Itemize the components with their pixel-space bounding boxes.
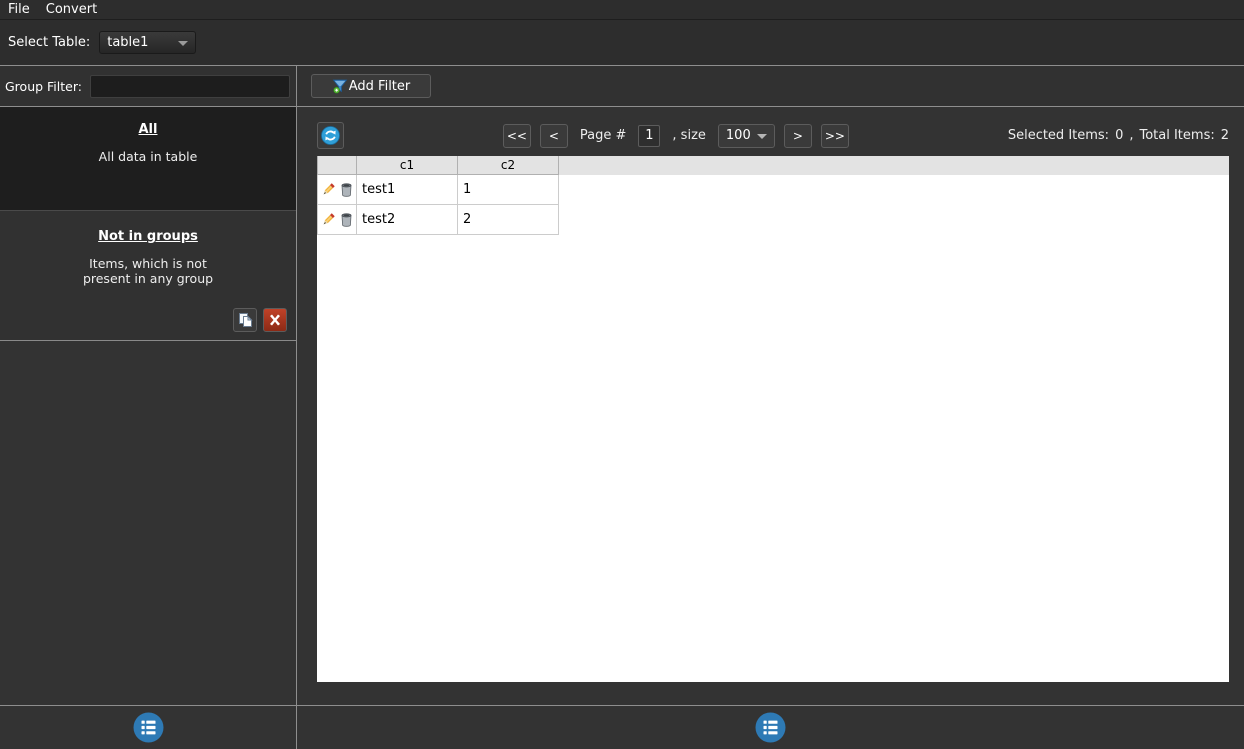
group-item-all[interactable]: All All data in table (0, 107, 296, 211)
delete-row-button[interactable] (340, 182, 353, 197)
pagination-controls: << < Page # , size 100 > >> (502, 123, 849, 148)
delete-group-button[interactable] (263, 308, 287, 332)
group-notin-description: Items, which is not present in any group (82, 256, 214, 286)
next-page-button[interactable]: > (783, 123, 812, 148)
row-actions-cell (317, 175, 357, 205)
delete-x-icon (270, 314, 280, 326)
add-filter-button[interactable]: Add Filter (311, 74, 431, 98)
refresh-button[interactable] (317, 122, 344, 149)
select-table-label: Select Table: (8, 35, 91, 50)
edit-row-button[interactable] (321, 212, 336, 227)
menu-bar: File Convert (0, 0, 1244, 20)
refresh-icon (321, 126, 340, 145)
footer-bar (0, 705, 1244, 749)
trash-icon (341, 183, 352, 197)
menu-file[interactable]: File (8, 2, 30, 17)
grid-toolbar: << < Page # , size 100 > >> Selected Ite… (297, 107, 1244, 156)
footer-right-cell (297, 706, 1244, 749)
cell-c1[interactable]: test1 (357, 175, 458, 205)
grid-header-actions (317, 156, 357, 175)
app-window: File Convert Select Table: table1 Group … (0, 0, 1244, 749)
group-item-not-in-groups[interactable]: Not in groups Items, which is not presen… (0, 211, 296, 341)
grid-header-row: c1 c2 (317, 156, 1229, 175)
selection-summary: Selected Items: 0 , Total Items: 2 (1008, 128, 1229, 143)
edit-row-button[interactable] (321, 182, 336, 197)
group-filter-area: Group Filter: (0, 66, 297, 106)
table-select-value: table1 (107, 35, 149, 50)
page-size-value: 100 (725, 128, 751, 143)
groups-sidebar: All All data in table Not in groups Item… (0, 107, 297, 705)
first-page-button[interactable]: << (502, 123, 531, 148)
group-filter-input[interactable] (89, 74, 290, 98)
cell-c2[interactable]: 1 (458, 175, 559, 205)
total-items-label: Total Items: (1139, 128, 1215, 143)
summary-separator: , (1129, 128, 1134, 143)
grid-menu-icon[interactable] (755, 712, 786, 743)
trash-icon (341, 213, 352, 227)
footer-left-cell (0, 706, 297, 749)
page-size-label: , size (672, 128, 706, 143)
chevron-down-icon (756, 133, 767, 139)
total-items-count: 2 (1220, 128, 1230, 143)
data-grid-panel: c1 c2 test1 1 test2 2 (317, 156, 1229, 682)
table-select-dropdown[interactable]: table1 (99, 31, 197, 54)
grid-header-c2[interactable]: c2 (458, 156, 559, 175)
pencil-icon (323, 213, 335, 225)
cell-c1[interactable]: test2 (357, 205, 458, 235)
page-size-dropdown[interactable]: 100 (717, 123, 775, 148)
add-filter-area: Add Filter (297, 66, 1244, 106)
content-area: All All data in table Not in groups Item… (0, 107, 1244, 705)
chevron-down-icon (178, 41, 189, 46)
delete-row-button[interactable] (340, 212, 353, 227)
add-filter-label: Add Filter (348, 78, 411, 94)
copy-icon (239, 313, 253, 327)
filter-toolbar: Group Filter: Add Filter (0, 66, 1244, 107)
selected-items-count: 0 (1115, 128, 1124, 143)
main-area: << < Page # , size 100 > >> Selected Ite… (297, 107, 1244, 705)
filter-funnel-icon (332, 79, 348, 94)
pencil-icon (323, 183, 335, 195)
last-page-button[interactable]: >> (820, 123, 849, 148)
menu-convert[interactable]: Convert (46, 2, 97, 17)
row-actions-cell (317, 205, 357, 235)
page-number-label: Page # (579, 128, 627, 143)
group-all-title[interactable]: All (0, 122, 296, 137)
page-number-input[interactable] (638, 124, 661, 147)
table-row: test1 1 (317, 175, 1229, 205)
group-all-description: All data in table (98, 149, 198, 164)
prev-page-button[interactable]: < (539, 123, 568, 148)
table-selector-bar: Select Table: table1 (0, 20, 1244, 66)
grid-header-c1[interactable]: c1 (357, 156, 458, 175)
copy-group-button[interactable] (233, 308, 257, 332)
cell-c2[interactable]: 2 (458, 205, 559, 235)
group-notin-title[interactable]: Not in groups (0, 229, 296, 244)
table-row: test2 2 (317, 205, 1229, 235)
group-filter-label: Group Filter: (5, 78, 82, 94)
groups-menu-icon[interactable] (133, 712, 164, 743)
group-action-icons (233, 308, 287, 332)
selected-items-label: Selected Items: (1007, 128, 1110, 143)
